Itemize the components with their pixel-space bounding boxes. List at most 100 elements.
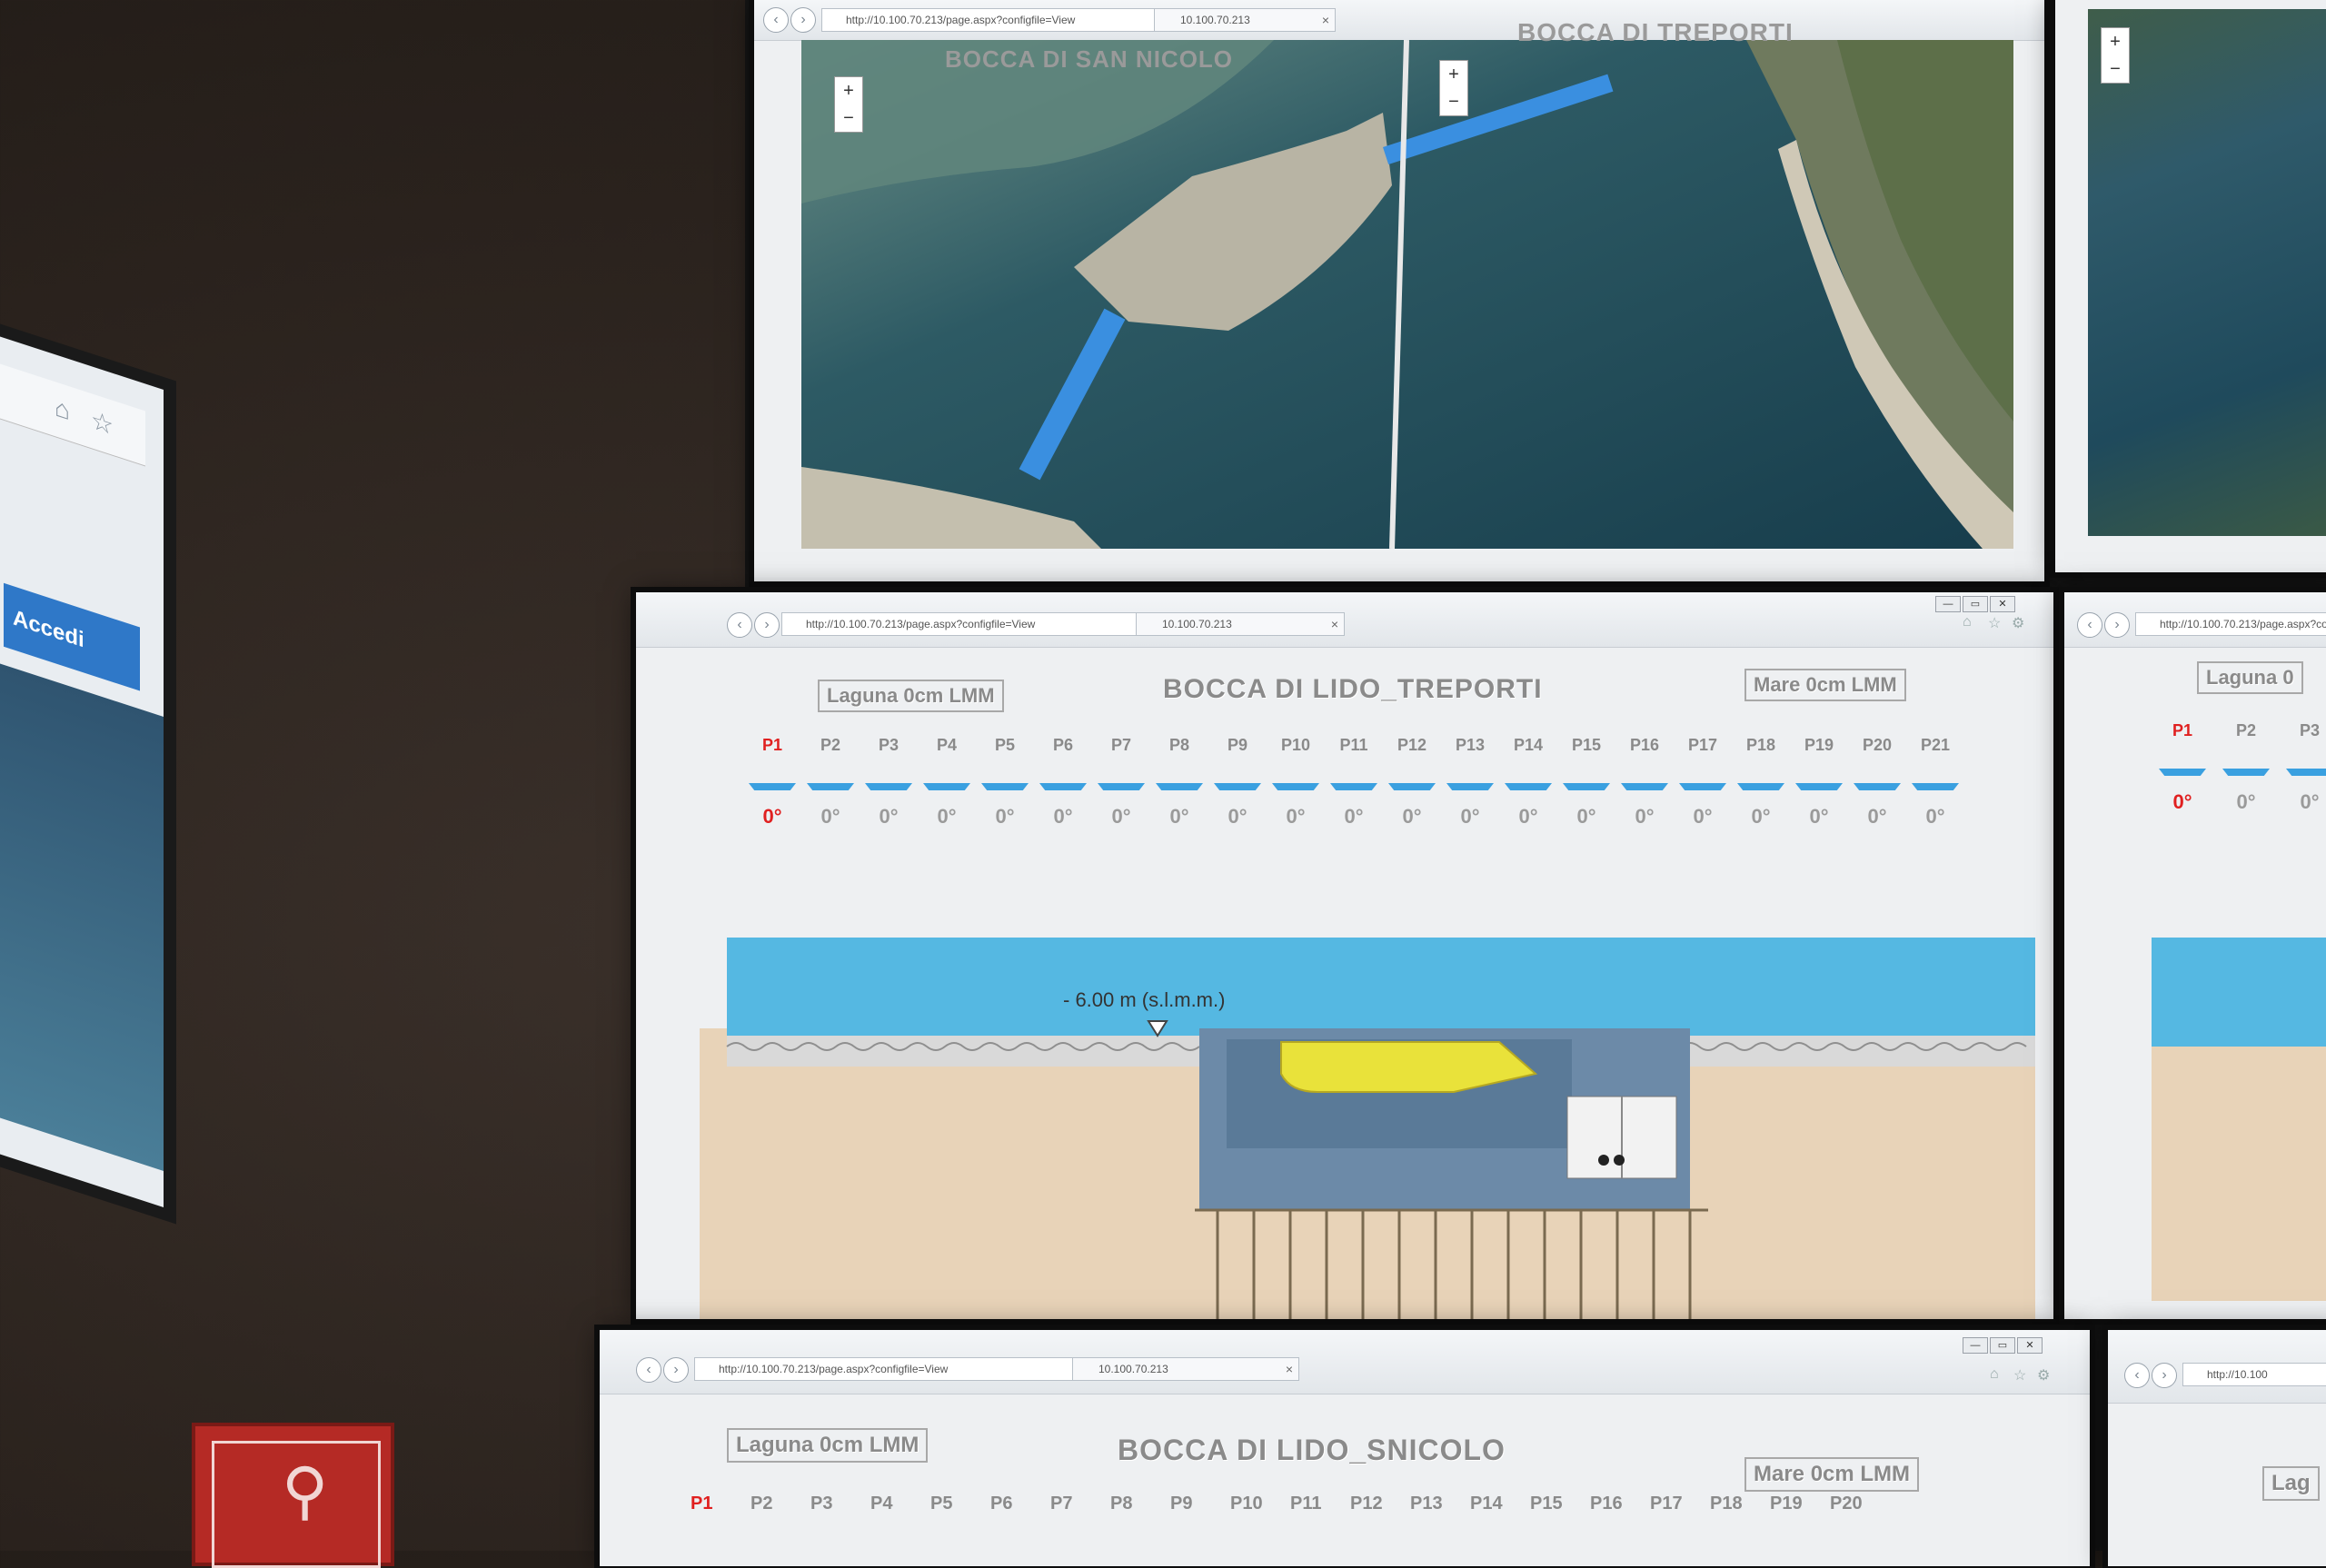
maximize-button[interactable]: ▭ [1990,1337,2015,1354]
gate-label: P16 [1629,736,1660,754]
gate-label: P18 [1745,736,1776,754]
gate-label: P5 [994,736,1016,754]
close-icon[interactable]: × [1322,9,1329,31]
zoom-control-partial[interactable]: + − [2101,27,2130,84]
gate-label-bottom: P10 [1230,1494,1263,1513]
zoom-control-left[interactable]: + − [834,76,863,133]
gate-15: P15 0° [1559,736,1614,836]
gate-3: P3 0° [861,736,916,836]
maximize-button[interactable]: ▭ [1963,596,1988,612]
gate-angle: 0° [820,805,840,828]
minimize-button[interactable]: — [1963,1337,1988,1354]
gate-indicator [1156,783,1203,790]
person-icon-1 [1598,1155,1609,1166]
bottom-monitor: ‹ › http://10.100.70.213/page.aspx?confi… [600,1330,2090,1566]
home-icon[interactable]: ⌂ [1990,1366,1999,1383]
forward-icon[interactable]: › [2104,612,2130,638]
satellite-map[interactable]: + − + − [801,40,2013,549]
gate-indicator [1330,783,1377,790]
zoom-in-button-right[interactable]: + [1440,61,1467,88]
gate-5: P5 0° [978,736,1032,836]
gate-label-bottom: P19 [1770,1494,1803,1513]
gate-label: P13 [1455,736,1486,754]
gate-7: P7 0° [1094,736,1148,836]
forward-icon[interactable]: › [754,612,780,638]
gate-indicator [2159,769,2206,776]
forward-icon[interactable]: › [663,1357,689,1383]
gate-indicator [923,783,970,790]
zoom-out-button-right[interactable]: − [1440,88,1467,115]
gate-8: P8 0° [1152,736,1207,836]
gate-label: P3 [2299,721,2321,739]
zoom-control-right[interactable]: + − [1439,60,1468,116]
gate-label: P9 [1227,736,1248,754]
browser-tab[interactable]: 10.100.70.213 × [1072,1357,1299,1381]
gate-indicator [1621,783,1668,790]
rock-left [727,1036,1199,1067]
browser-tab[interactable]: 10.100.70.213 × [1154,8,1336,32]
address-bar-partial[interactable]: http://10.100 [2182,1363,2326,1386]
gate-indicator [749,783,796,790]
zoom-out-button[interactable]: − [835,104,862,132]
close-window-button[interactable]: ✕ [1990,596,2015,612]
star-icon[interactable]: ☆ [1988,614,2001,632]
address-bar[interactable]: http://10.100.70.213/page.aspx?configfil… [2135,612,2326,636]
tab-title: 10.100.70.213 [1098,1363,1168,1375]
forward-icon[interactable]: › [790,7,816,33]
gate-label: P2 [2235,721,2257,739]
gate-angle: 0° [1111,805,1131,828]
back-icon[interactable]: ‹ [727,612,752,638]
gate-label-bottom: P14 [1470,1494,1503,1513]
browser-tab[interactable]: 10.100.70.213 × [1136,612,1345,636]
minimize-button[interactable]: — [1935,596,1961,612]
home-icon[interactable]: ⌂ [55,392,70,426]
fire-extinguisher-sign: ⚲ [195,1426,391,1568]
gate-indicator [865,783,912,790]
depth-label: - 6.00 m (s.l.m.m.) [1063,988,1225,1011]
gate-13: P13 0° [1443,736,1497,836]
gear-icon[interactable]: ⚙ [2012,614,2024,632]
address-bar[interactable]: http://10.100.70.213/page.aspx?configfil… [781,612,1152,636]
gate-angle: 0° [1053,805,1073,828]
gate-label-bottom: P18 [1710,1494,1743,1513]
gate-angle: 0° [762,805,782,828]
back-icon[interactable]: ‹ [763,7,789,33]
mare-reference: Mare 0cm LMM [1744,669,1906,701]
gate-label-bottom: P17 [1650,1494,1683,1513]
browser-toolbar: ‹ › http://10.100.70.213/page.aspx?confi… [754,0,2044,41]
person-icon-2 [1614,1155,1625,1166]
star-icon[interactable]: ☆ [2013,1366,2026,1384]
gate-label-bottom: P12 [1350,1494,1383,1513]
gate-label-bottom: P8 [1110,1494,1133,1513]
back-icon[interactable]: ‹ [636,1357,661,1383]
gate-18: P18 0° [1734,736,1788,836]
close-window-button[interactable]: ✕ [2017,1337,2043,1354]
gate-label-bottom: P7 [1050,1494,1073,1513]
close-icon[interactable]: × [1331,613,1338,635]
back-icon[interactable]: ‹ [2124,1363,2150,1388]
address-bar[interactable]: http://10.100.70.213/page.aspx?configfil… [821,8,1174,32]
gate-indicator [1505,783,1552,790]
gate-label: P21 [1920,736,1951,754]
gear-icon[interactable]: ⚙ [2037,1366,2050,1384]
sand-partial [2152,1047,2326,1301]
gate-indicator [1795,783,1843,790]
zoom-in-button-partial[interactable]: + [2102,28,2129,55]
gate-1: P1 0° [2155,721,2210,821]
home-icon[interactable]: ⌂ [1963,614,1972,630]
gate-label-bottom: P9 [1170,1494,1193,1513]
rock-right [1681,1036,2035,1067]
gate-indicator [1446,783,1494,790]
gate-12: P12 0° [1385,736,1439,836]
gate-indicator [1272,783,1319,790]
address-bar[interactable]: http://10.100.70.213/page.aspx?configfil… [694,1357,1083,1381]
gate-angle: 0° [1635,805,1655,828]
back-icon[interactable]: ‹ [2077,612,2102,638]
close-icon[interactable]: × [1286,1358,1293,1380]
gate-label-bottom: P4 [870,1494,893,1513]
gate-label-bottom: P15 [1530,1494,1563,1513]
gate-angle: 0° [879,805,899,828]
zoom-in-button[interactable]: + [835,77,862,104]
forward-icon[interactable]: › [2152,1363,2177,1388]
zoom-out-button-partial[interactable]: − [2102,55,2129,83]
